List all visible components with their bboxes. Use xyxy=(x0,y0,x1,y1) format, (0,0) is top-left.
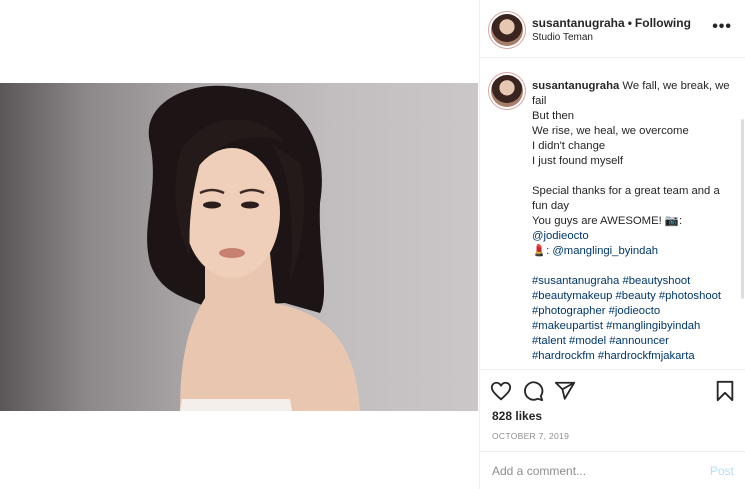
caption-line: I just found myself xyxy=(532,155,624,167)
portrait-image xyxy=(147,85,360,411)
share-icon[interactable] xyxy=(554,380,576,402)
caption-line: We rise, we heal, we overcome xyxy=(532,125,689,137)
caption-avatar[interactable] xyxy=(491,75,523,107)
hashtag-link[interactable]: #beautymakeup #beauty #photoshoot xyxy=(532,289,732,304)
comment-row: Add a comment... Post xyxy=(480,451,745,489)
caption-line: I didn't change xyxy=(532,140,606,152)
comment-icon[interactable] xyxy=(522,380,544,402)
avatar[interactable] xyxy=(491,14,523,46)
separator-dot: • xyxy=(627,16,632,30)
comment-input[interactable]: Add a comment... xyxy=(492,464,586,478)
mention-link[interactable]: @jodieocto xyxy=(532,229,732,244)
post-comment-button[interactable]: Post xyxy=(710,464,734,478)
caption-area: susantanugraha We fall, we break, we fai… xyxy=(480,59,745,369)
header-username-row: susantanugraha • Following xyxy=(532,16,691,30)
caption-line: You guys are AWESOME! 📷: xyxy=(532,215,683,227)
caption-line: Special thanks for a great team and a fu… xyxy=(532,185,720,212)
mention-link[interactable]: 💄: @manglingi_byindah xyxy=(532,244,732,259)
caption-line: But then xyxy=(532,110,575,122)
username-link[interactable]: susantanugraha xyxy=(532,16,625,30)
post-photo[interactable] xyxy=(0,83,478,411)
location-link[interactable]: Studio Teman xyxy=(532,32,593,43)
media-pane xyxy=(0,0,478,489)
more-options-icon[interactable]: ••• xyxy=(712,18,732,36)
hashtag-link[interactable]: #susantanugraha #beautyshoot xyxy=(532,274,732,289)
hashtag-link[interactable]: #photographer #jodieocto xyxy=(532,304,732,319)
following-button[interactable]: Following xyxy=(635,16,691,30)
post-header: susantanugraha • Following Studio Teman ••… xyxy=(480,0,745,58)
caption-text: susantanugraha We fall, we break, we fai… xyxy=(532,79,732,364)
hashtag-link[interactable]: #makeupartist #manglingibyindah xyxy=(532,319,732,334)
caption-scrollbar[interactable] xyxy=(741,119,744,299)
hashtag-link[interactable]: #hardrockfm #hardrockfmjakarta xyxy=(532,349,732,364)
bookmark-icon[interactable] xyxy=(714,380,736,402)
caption-username[interactable]: susantanugraha xyxy=(532,80,619,92)
heart-icon[interactable] xyxy=(490,380,512,402)
likes-count[interactable]: 828 likes xyxy=(492,409,542,423)
hashtag-link[interactable]: #talent #model #announcer xyxy=(532,334,732,349)
post-sidebar: susantanugraha • Following Studio Teman ••… xyxy=(479,0,745,489)
post-date[interactable]: OCTOBER 7, 2019 xyxy=(492,431,569,441)
